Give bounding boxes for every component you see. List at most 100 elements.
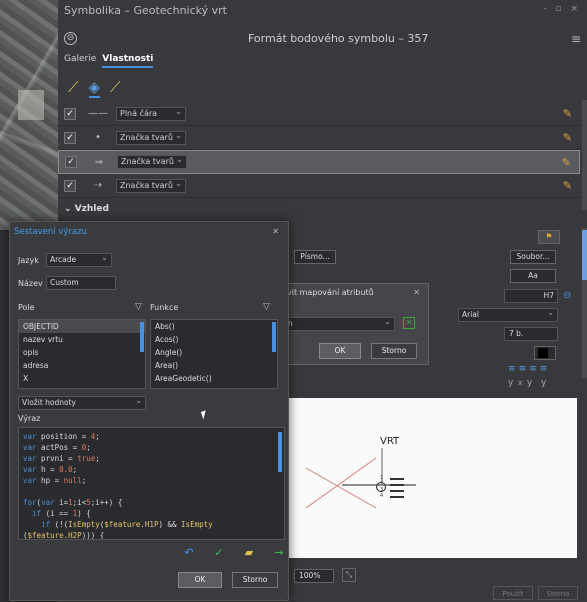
symbol-layer[interactable]: ✓ • Značka tvarů ✎ bbox=[58, 126, 580, 150]
preview-bar: 3 bbox=[380, 487, 404, 493]
file-button[interactable]: Soubor... bbox=[510, 250, 556, 264]
scrollbar[interactable] bbox=[582, 100, 587, 210]
cancel-button[interactable]: Storno bbox=[371, 343, 417, 359]
layer-type-dropdown[interactable]: Značka tvarů bbox=[116, 130, 186, 145]
scrollbar[interactable] bbox=[272, 322, 276, 352]
list-item[interactable]: Abs() bbox=[151, 320, 277, 333]
list-item[interactable]: opis bbox=[19, 346, 145, 359]
language-dropdown[interactable]: Arcade bbox=[46, 252, 112, 267]
filter-icon[interactable]: ▽ bbox=[263, 302, 270, 312]
clear-mapping-icon[interactable]: ✕ bbox=[403, 317, 415, 329]
layer-type-dropdown[interactable]: Plná čára bbox=[116, 106, 186, 121]
name-field[interactable]: Custom bbox=[46, 276, 116, 290]
preview-bar: 4 bbox=[380, 493, 404, 499]
code-line: if (i == 1) { bbox=[32, 509, 91, 518]
menu-icon[interactable]: ≡ bbox=[571, 32, 581, 46]
arrow-right-icon[interactable]: → bbox=[272, 546, 286, 559]
window-controls[interactable]: - ▫ × bbox=[543, 4, 581, 14]
edit-layer-icon[interactable]: ✎ bbox=[563, 131, 572, 144]
fields-list: OBJECTID nazev vrtu opis adresa X bbox=[18, 319, 146, 389]
symbol-layer[interactable]: ✓ —— Plná čára ✎ bbox=[58, 102, 580, 126]
code-line: var hp = null; bbox=[23, 476, 87, 485]
layer-checkbox[interactable]: ✓ bbox=[64, 107, 76, 120]
close-icon[interactable]: ✕ bbox=[272, 227, 279, 236]
list-item[interactable]: adresa bbox=[19, 359, 145, 372]
pencil-icon[interactable]: ⟋ bbox=[68, 78, 79, 98]
cancel-button[interactable]: Storno bbox=[232, 572, 278, 588]
list-item[interactable]: nazev vrtu bbox=[19, 333, 145, 346]
alignment-icons[interactable]: ≡≡≡≡ bbox=[508, 364, 550, 374]
layer-type-dropdown[interactable]: Značka tvarů bbox=[117, 154, 187, 169]
layer-checkbox[interactable]: ✓ bbox=[64, 131, 76, 144]
scrollbar[interactable] bbox=[278, 432, 282, 472]
insert-values-dropdown[interactable]: Vložit hodnoty bbox=[18, 395, 146, 410]
code-line: var h = 0.0; bbox=[23, 465, 78, 474]
editor-actions: ↶ ✓ ▰ → bbox=[182, 546, 286, 559]
list-item[interactable]: Area() bbox=[151, 359, 277, 372]
scrollbar-thumb[interactable] bbox=[582, 230, 587, 280]
symbol-picker-icon[interactable]: ⚑ bbox=[538, 230, 560, 244]
wrench-icon[interactable]: ⟋ bbox=[110, 78, 121, 98]
property-tools: ⟋ ◈ ⟋ bbox=[68, 78, 121, 98]
layers-icon[interactable]: ◈ bbox=[88, 78, 101, 98]
fields-label: Pole bbox=[18, 303, 35, 312]
expression-icon[interactable]: ⊖ bbox=[563, 290, 571, 301]
scrollbar[interactable] bbox=[140, 322, 144, 352]
mapping-dialog-title: vit mapování atributů bbox=[287, 288, 374, 297]
ok-button[interactable]: OK bbox=[178, 572, 222, 588]
list-item[interactable]: OBJECTID bbox=[19, 320, 145, 333]
layer-preview: ⇢ bbox=[93, 180, 103, 191]
code-line: var prvni = true; bbox=[23, 454, 100, 463]
vzhled-section-header[interactable]: ⌄ Vzhled bbox=[64, 204, 109, 214]
layer-checkbox[interactable]: ✓ bbox=[65, 156, 77, 168]
ok-button[interactable]: OK bbox=[319, 343, 361, 359]
expression-editor[interactable]: var position = 4; var actPos = 0; var pr… bbox=[18, 427, 285, 540]
aa-dropdown[interactable]: Aa bbox=[510, 269, 556, 283]
symbol-layer[interactable]: ✓ ⇢ Značka tvarů ✎ bbox=[58, 174, 580, 198]
close-icon[interactable]: ✕ bbox=[413, 288, 420, 297]
folder-icon[interactable]: ▰ bbox=[242, 546, 256, 559]
map-satellite-strip bbox=[0, 0, 58, 230]
h7-field[interactable]: H7 bbox=[504, 289, 558, 303]
list-item[interactable]: AreaGeodetic() bbox=[151, 372, 277, 385]
cancel-button[interactable]: Storno bbox=[538, 586, 578, 600]
zoom-dropdown[interactable]: 100% bbox=[294, 569, 334, 583]
edit-layer-icon[interactable]: ✎ bbox=[562, 156, 571, 169]
color-picker[interactable] bbox=[534, 346, 556, 360]
edit-layer-icon[interactable]: ✎ bbox=[563, 179, 572, 192]
tab-vlastnosti[interactable]: Vlastnosti bbox=[102, 54, 154, 68]
edit-layer-icon[interactable]: ✎ bbox=[563, 107, 572, 120]
filter-icon[interactable]: ▽ bbox=[135, 302, 142, 312]
apply-button[interactable]: Použít bbox=[493, 586, 533, 600]
symbol-preview: VRT 1 2 3 4 bbox=[286, 398, 577, 558]
font-size-field[interactable]: 7 b. bbox=[504, 327, 558, 341]
list-item[interactable]: Angle() bbox=[151, 346, 277, 359]
font-button[interactable]: Písmo... bbox=[294, 250, 336, 264]
functions-list: Abs() Acos() Angle() Area() AreaGeodetic… bbox=[150, 319, 278, 389]
code-line: var actPos = 0; bbox=[23, 443, 91, 452]
check-icon[interactable]: ✓ bbox=[212, 546, 226, 559]
dialog-title: Sestavení výrazu bbox=[14, 227, 87, 237]
name-label: Název bbox=[18, 279, 43, 288]
layer-preview: • bbox=[95, 132, 101, 143]
symbol-layer-selected[interactable]: ✓ ⇒ Značka tvarů ✎ bbox=[58, 150, 580, 174]
mapping-field-dropdown[interactable]: n bbox=[283, 316, 395, 331]
zoom-fit-icon[interactable]: ⤡ bbox=[342, 568, 356, 582]
preview-bar: 2 bbox=[380, 481, 404, 487]
resize-grip-icon[interactable]: ⋰ bbox=[281, 592, 287, 599]
list-item[interactable]: Acos() bbox=[151, 333, 277, 346]
format-title: Formát bodového symbolu – 357 bbox=[248, 32, 429, 45]
layer-type-dropdown[interactable]: Značka tvarů bbox=[116, 178, 186, 193]
list-item[interactable]: X bbox=[19, 372, 145, 385]
pane-title: Symbolika – Geotechnický vrt bbox=[64, 3, 227, 17]
layer-checkbox[interactable]: ✓ bbox=[64, 179, 76, 192]
header-row: ⊝ Formát bodového symbolu – 357 ≡ bbox=[58, 32, 587, 48]
preview-bars: 1 2 3 4 bbox=[380, 475, 404, 502]
back-icon[interactable]: ⊝ bbox=[64, 32, 77, 45]
vertical-alignment-icons[interactable]: y⌅y y bbox=[508, 378, 549, 388]
font-family-dropdown[interactable]: Arial bbox=[458, 307, 558, 322]
code-line: ($feature.H2P))) { bbox=[23, 531, 105, 540]
undo-icon[interactable]: ↶ bbox=[182, 546, 196, 559]
tab-galerie[interactable]: Galerie bbox=[64, 54, 96, 68]
